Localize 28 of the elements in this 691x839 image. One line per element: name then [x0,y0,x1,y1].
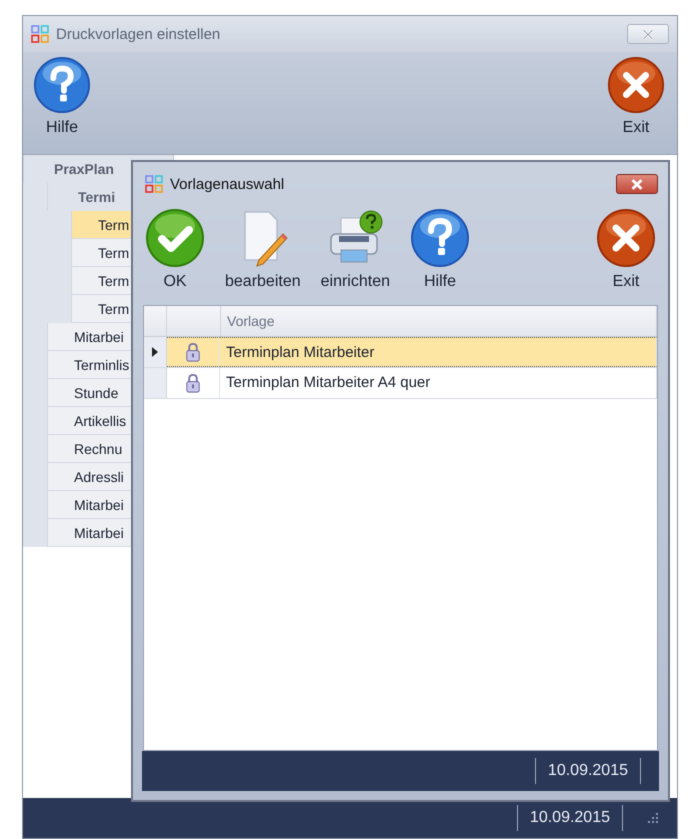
table-cell: Terminplan Mitarbeiter A4 quer [220,368,657,398]
edit-button[interactable]: bearbeiten [225,208,301,291]
status-date: 10.09.2015 [516,805,623,831]
checkmark-icon [145,208,205,268]
app-icon [31,25,49,43]
help-icon [410,208,470,268]
resize-grip-icon [647,812,659,824]
close-icon [630,178,644,190]
close-icon [641,28,655,40]
lock-icon [185,372,201,394]
table-row[interactable]: Terminplan Mitarbeiter [144,337,657,368]
help-button[interactable]: Hilfe [33,56,91,137]
exit-button[interactable]: Exit [607,56,665,137]
help-button[interactable]: Hilfe [410,208,470,291]
window-title: Druckvorlagen einstellen [56,26,220,42]
printer-button[interactable]: einrichten [320,208,390,291]
exit-button[interactable]: Exit [596,208,656,291]
dialog-title: Vorlagenauswahl [170,176,284,192]
table-cell: Terminplan Mitarbeiter [220,337,657,367]
app-icon [145,175,163,193]
close-button[interactable] [616,174,658,194]
lock-icon [185,342,201,362]
row-pointer-icon [152,347,158,357]
table-row[interactable]: Terminplan Mitarbeiter A4 quer [144,368,657,399]
close-icon [607,56,665,114]
close-icon [596,208,656,268]
help-icon [33,56,91,114]
status-date: 10.09.2015 [534,758,641,784]
